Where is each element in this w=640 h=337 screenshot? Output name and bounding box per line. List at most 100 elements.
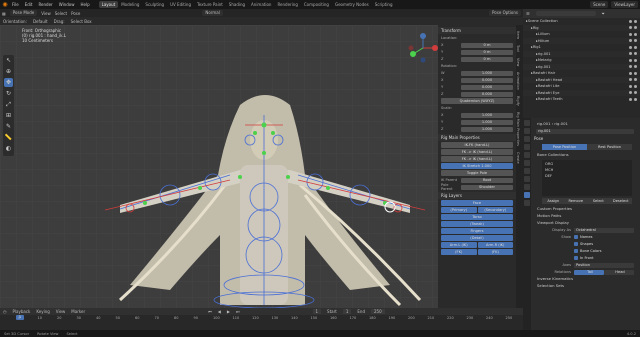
sidebar-tab-rig-main-properties[interactable]: Rig Main Properties (516, 112, 520, 146)
rig-layers-header[interactable]: Rig Layers (438, 192, 516, 199)
move-tool-icon[interactable]: ✥ (4, 78, 13, 87)
tab-scripting[interactable]: Scripting (372, 1, 396, 8)
visibility-icon[interactable] (629, 19, 632, 23)
rig-layer-button[interactable]: (Detail) (441, 235, 513, 241)
ik-parent-dropdown[interactable]: Root (461, 177, 513, 183)
character-rig-drawing[interactable] (100, 85, 430, 308)
play-reverse-icon[interactable]: ◀ (218, 309, 221, 314)
editor-type-icon[interactable]: ▦ (2, 11, 6, 16)
relations-head-button[interactable]: Head (604, 269, 634, 275)
world-tab-icon[interactable] (524, 160, 530, 166)
outliner-item[interactable]: ▸ Rastafri Teeth (523, 96, 640, 103)
mode-dropdown[interactable]: Pose Mode (9, 10, 38, 16)
rotate-tool-icon[interactable]: ↻ (4, 89, 13, 98)
custom-properties-header[interactable]: Custom Properties (534, 206, 638, 212)
visibility-icon[interactable] (629, 71, 632, 75)
transform-panel-header[interactable]: Transform (438, 27, 516, 34)
annotate-tool-icon[interactable]: ✎ (4, 122, 13, 131)
visibility-icon[interactable] (629, 26, 632, 30)
viewport-display-header[interactable]: Viewport Display (534, 220, 638, 226)
camera-icon[interactable] (634, 39, 637, 43)
pole-parent-dropdown[interactable]: Shoulder (461, 184, 513, 190)
editor-type-icon[interactable]: ◷ (3, 309, 7, 314)
jump-start-icon[interactable]: ⏮ (208, 309, 212, 314)
camera-icon[interactable] (634, 91, 637, 95)
camera-icon[interactable] (634, 97, 637, 101)
view-layer-selector[interactable]: ViewLayer (611, 1, 638, 8)
camera-icon[interactable] (634, 78, 637, 82)
output-tab-icon[interactable] (524, 136, 530, 142)
visibility-icon[interactable] (629, 58, 632, 62)
tool-tab-icon[interactable] (524, 120, 530, 126)
rig-layer-button[interactable]: (FK) (477, 249, 513, 255)
rig-layer-button[interactable]: (Primary) (441, 207, 477, 213)
armature-data-name-field[interactable]: rig.001 (536, 128, 634, 134)
tab-layout[interactable]: Layout (98, 1, 119, 8)
tab-uv-editing[interactable]: UV Editing (167, 1, 194, 8)
rest-position-button[interactable]: Rest Position (587, 144, 632, 150)
visibility-icon[interactable] (629, 32, 632, 36)
remove-button[interactable]: Remove (564, 198, 587, 204)
tab-texture-paint[interactable]: Texture Paint (194, 1, 226, 8)
filter-icon[interactable]: ⏷ (602, 11, 605, 16)
camera-icon[interactable] (634, 58, 637, 62)
shapes-checkbox[interactable]: Shapes (574, 242, 634, 246)
end-frame-field[interactable]: 250 (370, 309, 385, 314)
tab-shading[interactable]: Shading (226, 1, 248, 8)
in-front-checkbox[interactable]: In Front (574, 256, 634, 260)
tweak-tool-icon[interactable]: ↖ (4, 56, 13, 65)
orientation-dropdown[interactable]: Default (33, 19, 48, 24)
scene-selector[interactable]: Scene (590, 1, 609, 8)
bone-tab-icon[interactable] (524, 200, 530, 206)
list-item[interactable]: DEF (543, 173, 631, 179)
rig-layer-button[interactable]: (Secondary) (477, 207, 513, 213)
keying-menu[interactable]: Keying (36, 309, 49, 314)
transform-dropdown[interactable]: Normal (202, 10, 223, 16)
current-frame-field[interactable]: 1 (312, 309, 322, 314)
rig-layer-button[interactable]: (Tweak) (441, 221, 513, 227)
visibility-icon[interactable] (629, 97, 632, 101)
armature-data-tab-icon[interactable] (524, 192, 530, 198)
tab-sculpting[interactable]: Sculpting (142, 1, 167, 8)
camera-icon[interactable] (634, 52, 637, 56)
rig-layer-button[interactable]: Arm.R (IK) (477, 242, 513, 248)
location-z-field[interactable]: 0 m (461, 56, 513, 62)
display-as-dropdown[interactable]: Octahedral (574, 227, 634, 233)
deselect-button[interactable]: Deselect (609, 198, 632, 204)
outliner-icon[interactable]: ☰ (526, 11, 530, 16)
pose-panel-header[interactable]: Pose (534, 136, 638, 142)
sidebar-tab-tool[interactable]: Tool (516, 45, 520, 52)
camera-icon[interactable] (634, 32, 637, 36)
sidebar-tab-view[interactable]: View (516, 58, 520, 66)
select-menu[interactable]: Select (55, 11, 67, 16)
tab-rendering[interactable]: Rendering (274, 1, 300, 8)
rig-layer-button[interactable]: Torso (441, 214, 513, 220)
selection-sets-header[interactable]: Selection Sets (534, 283, 638, 289)
visibility-icon[interactable] (629, 78, 632, 82)
location-y-field[interactable]: 0 m (461, 49, 513, 55)
rotation-mode-dropdown[interactable]: Quaternion (WXYZ) (441, 98, 513, 104)
render-tab-icon[interactable] (524, 128, 530, 134)
scale-tool-icon[interactable]: ⤢ (4, 100, 13, 109)
play-icon[interactable]: ▶ (227, 309, 230, 314)
start-frame-field[interactable]: 1 (342, 309, 352, 314)
tab-modeling[interactable]: Modeling (118, 1, 142, 8)
rig-layer-button[interactable]: Fingers (441, 228, 513, 234)
camera-icon[interactable] (634, 45, 637, 49)
select-button[interactable]: Select (587, 198, 610, 204)
camera-icon[interactable] (634, 65, 637, 69)
camera-icon[interactable] (634, 26, 637, 30)
rotation-w-field[interactable]: 1.000 (461, 70, 513, 76)
fk-ik-snap-button-2[interactable]: FK -> IK (hand.L) (441, 149, 513, 155)
sidebar-tab-item[interactable]: Item (516, 31, 520, 39)
bone-collections-header[interactable]: Bone Collections (534, 152, 638, 158)
menu-window[interactable]: Window (59, 2, 75, 7)
names-checkbox[interactable]: Names (574, 235, 634, 239)
scale-y-field[interactable]: 1.000 (461, 119, 513, 125)
constraint-tab-icon[interactable] (524, 184, 530, 190)
scale-z-field[interactable]: 1.000 (461, 126, 513, 132)
navigation-gizmo-icon[interactable] (405, 30, 441, 66)
bone-collections-list[interactable]: ORG MCH DEF (542, 160, 632, 196)
rig-main-properties-header[interactable]: Rig Main Properties (438, 134, 516, 141)
timeline-ruler[interactable]: 1 0 10 20 30 40 50 60 70 80 90 100 110 120 130 140 150 1… (0, 315, 523, 323)
